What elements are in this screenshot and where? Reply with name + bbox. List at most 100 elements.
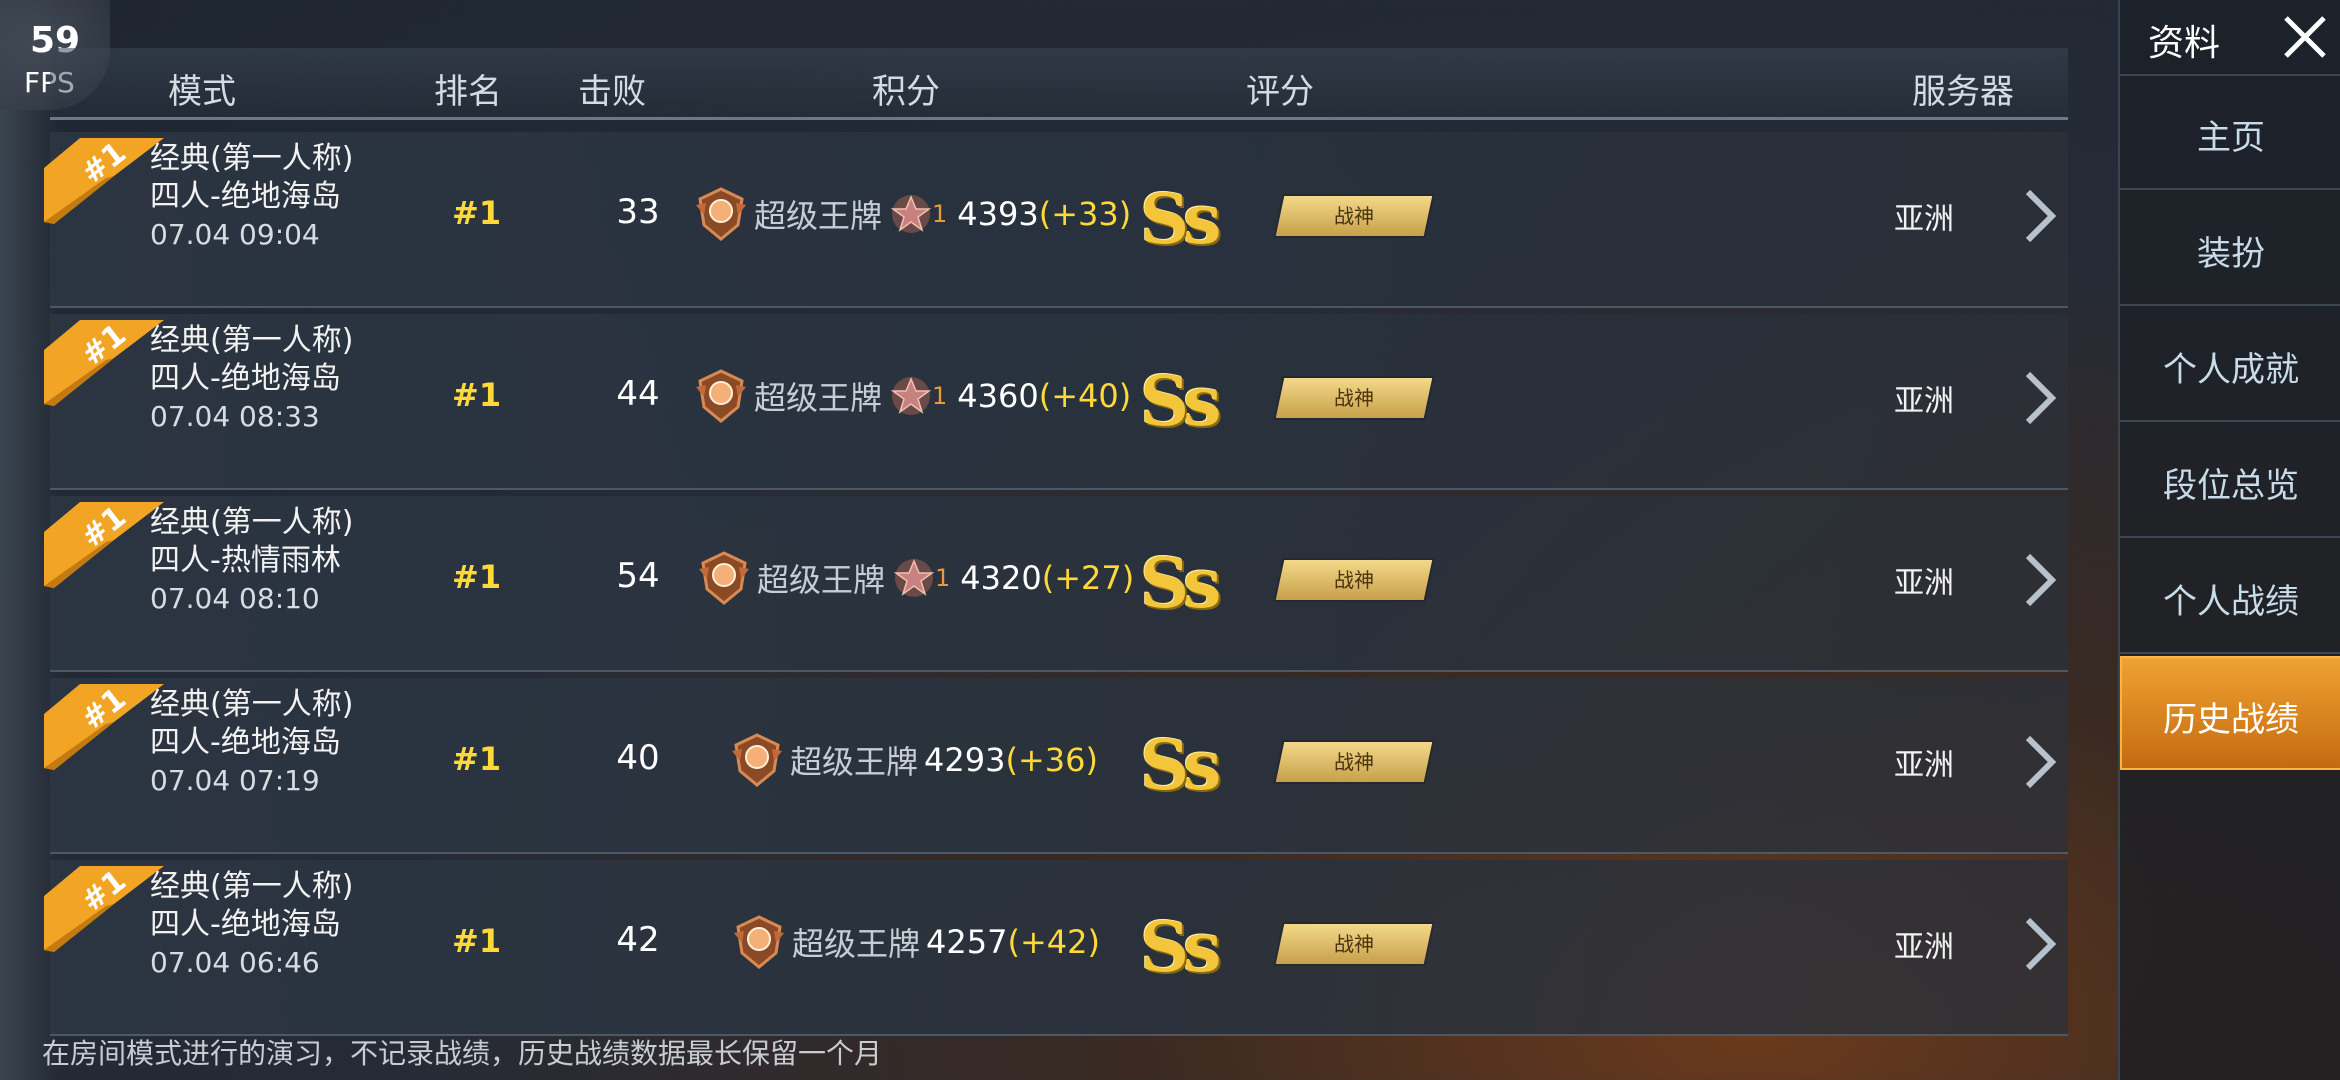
match-mode: 经典(第一人称) 四人-热情雨林 07.04 08:10 — [150, 504, 353, 618]
rank-badge-icon: #1 — [44, 866, 164, 952]
sidebar-item-label: 个人成就 — [2163, 350, 2299, 390]
rank-badge-icon: #1 — [44, 138, 164, 224]
chevron-right-icon[interactable] — [2020, 368, 2060, 428]
score-delta: (+36) — [1005, 741, 1098, 779]
star-level: 1 — [932, 200, 948, 228]
server-label: 亚洲 — [1894, 930, 1954, 965]
sidebar-title: 资料 — [2148, 23, 2221, 64]
close-icon[interactable] — [2280, 12, 2330, 62]
server-label: 亚洲 — [1894, 202, 1954, 237]
match-mode: 经典(第一人称) 四人-绝地海岛 07.04 07:19 — [150, 686, 353, 800]
score-delta: (+42) — [1007, 923, 1100, 961]
star-icon — [890, 195, 932, 233]
mode-type: 经典(第一人称) — [150, 323, 354, 358]
match-mode: 经典(第一人称) 四人-绝地海岛 07.04 06:46 — [150, 868, 353, 982]
table-row[interactable]: #1 经典(第一人称) 四人-热情雨林 07.04 08:10 #1 54 超级… — [44, 496, 2068, 672]
ace-tier-icon — [732, 733, 782, 787]
match-kills: 54 — [616, 556, 660, 596]
header-rating: 评分 — [1246, 72, 1314, 112]
sidebar-item[interactable]: 装扮 — [2120, 192, 2340, 306]
tier-label: 超级王牌 — [754, 379, 883, 417]
match-mode: 经典(第一人称) 四人-绝地海岛 07.04 08:33 — [150, 322, 353, 436]
match-score: 超级王牌 1 4393 (+33) — [692, 184, 1131, 244]
score-delta: (+33) — [1038, 195, 1132, 233]
score-delta: (+27) — [1041, 559, 1135, 597]
header-score: 积分 — [872, 72, 940, 112]
server-label: 亚洲 — [1894, 748, 1954, 783]
match-score: 超级王牌 1 4320 (+27) — [695, 548, 1134, 608]
match-date: 07.04 06:46 — [150, 946, 320, 979]
grade-label: Ss — [1140, 362, 1221, 442]
table-row[interactable]: #1 经典(第一人称) 四人-绝地海岛 07.04 08:33 #1 44 超级… — [44, 314, 2068, 490]
table-row[interactable]: #1 经典(第一人称) 四人-绝地海岛 07.04 07:19 #1 40 超级… — [44, 678, 2068, 854]
score-points: 4393 — [957, 195, 1039, 233]
tier-label: 超级王牌 — [757, 561, 886, 599]
mode-map: 四人-绝地海岛 — [150, 725, 341, 760]
tier-label: 超级王牌 — [754, 197, 883, 235]
tier-label: 超级王牌 — [792, 925, 921, 963]
chevron-right-icon[interactable] — [2020, 732, 2060, 792]
score-points: 4257 — [926, 923, 1008, 961]
match-kills: 44 — [616, 374, 660, 414]
sidebar-item-label: 个人战绩 — [2163, 582, 2299, 622]
rank-badge-icon: #1 — [44, 684, 164, 770]
ace-tier-icon — [696, 187, 746, 241]
ace-tier-icon — [734, 915, 784, 969]
sidebar-item[interactable]: 主页 — [2120, 76, 2340, 190]
chevron-right-icon[interactable] — [2020, 550, 2060, 610]
mode-map: 四人-绝地海岛 — [150, 179, 341, 214]
mode-type: 经典(第一人称) — [150, 869, 354, 904]
score-points: 4360 — [957, 377, 1039, 415]
mode-map: 四人-热情雨林 — [150, 543, 341, 578]
star-level: 1 — [935, 564, 951, 592]
title-tag: 战神 — [1275, 196, 1433, 236]
title-label: 战神 — [1334, 750, 1374, 774]
match-date: 07.04 07:19 — [150, 764, 320, 797]
match-kills: 42 — [616, 920, 660, 960]
header-kills: 击败 — [578, 72, 646, 112]
match-score: 超级王牌 1 4360 (+40) — [692, 366, 1131, 426]
sidebar-item[interactable]: 个人战绩 — [2120, 540, 2340, 654]
mode-map: 四人-绝地海岛 — [150, 907, 341, 942]
chevron-right-icon[interactable] — [2020, 186, 2060, 246]
header-mode: 模式 — [168, 72, 236, 112]
mode-map: 四人-绝地海岛 — [150, 361, 341, 396]
sidebar-item[interactable]: 历史战绩 — [2120, 656, 2340, 770]
match-rank: #1 — [452, 558, 502, 596]
match-rank: #1 — [452, 376, 502, 414]
mode-type: 经典(第一人称) — [150, 687, 354, 722]
match-date: 07.04 08:10 — [150, 582, 320, 615]
table-row[interactable]: #1 经典(第一人称) 四人-绝地海岛 07.04 06:46 #1 42 超级… — [44, 860, 2068, 1036]
title-label: 战神 — [1334, 204, 1374, 228]
match-rank: #1 — [452, 194, 502, 232]
title-tag: 战神 — [1275, 560, 1433, 600]
score-delta: (+40) — [1038, 377, 1132, 415]
rank-badge-icon: #1 — [44, 320, 164, 406]
server-label: 亚洲 — [1894, 384, 1954, 419]
sidebar-item[interactable]: 段位总览 — [2120, 424, 2340, 538]
star-icon — [890, 377, 932, 415]
header-rank: 排名 — [434, 72, 502, 112]
title-tag: 战神 — [1275, 924, 1433, 964]
sidebar-item-label: 历史战绩 — [2163, 700, 2299, 740]
mode-type: 经典(第一人称) — [150, 505, 354, 540]
chevron-right-icon[interactable] — [2020, 914, 2060, 974]
match-history-table: 模式 排名 击败 积分 评分 服务器 #1 经典(第一人称) 四人-绝地海岛 0… — [44, 48, 2068, 1036]
score-points: 4320 — [960, 559, 1042, 597]
table-row[interactable]: #1 经典(第一人称) 四人-绝地海岛 07.04 09:04 #1 33 超级… — [44, 132, 2068, 308]
sidebar-header: 资料 — [2120, 0, 2340, 76]
grade-label: Ss — [1140, 908, 1221, 988]
sidebar-item-label: 装扮 — [2197, 234, 2265, 274]
tier-label: 超级王牌 — [790, 743, 919, 781]
match-score: 超级王牌 4293 (+36) — [728, 730, 1098, 790]
match-date: 07.04 08:33 — [150, 400, 320, 433]
sidebar-item-label: 主页 — [2197, 118, 2265, 158]
grade-label: Ss — [1140, 180, 1221, 260]
history-footnote: 在房间模式进行的演习，不记录战绩，历史战绩数据最长保留一个月 — [42, 1037, 883, 1070]
title-label: 战神 — [1334, 932, 1374, 956]
rank-badge-icon: #1 — [44, 502, 164, 588]
table-header: 模式 排名 击败 积分 评分 服务器 — [50, 48, 2068, 120]
title-label: 战神 — [1334, 386, 1374, 410]
grade-label: Ss — [1140, 726, 1221, 806]
sidebar-item[interactable]: 个人成就 — [2120, 308, 2340, 422]
